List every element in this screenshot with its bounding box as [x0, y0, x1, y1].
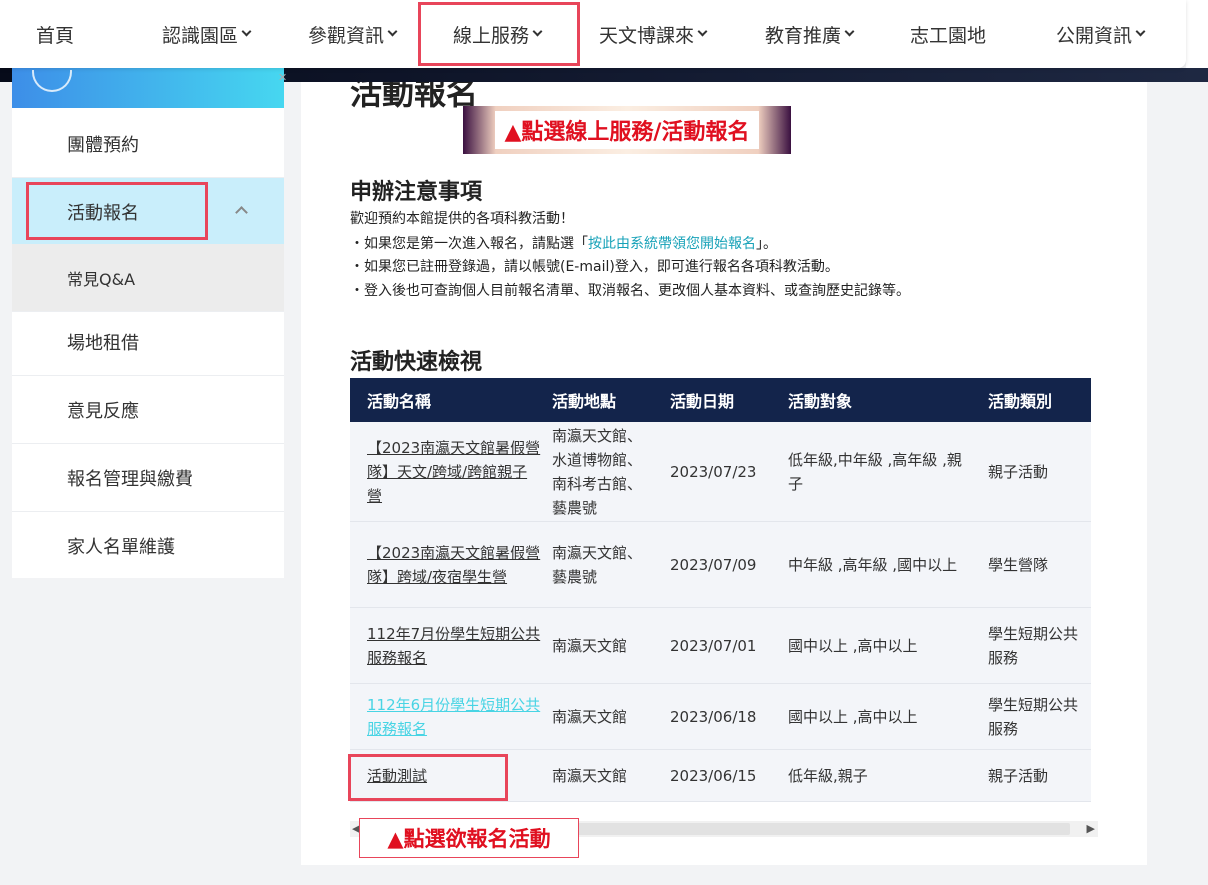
nav-online-service[interactable]: 線上服務 [453, 0, 543, 68]
header-category: 活動類別 [988, 392, 1053, 411]
nav-label: 線上服務 [453, 24, 530, 47]
nav-label: 認識園區 [162, 24, 239, 47]
chevron-down-icon [532, 26, 543, 36]
header-date: 活動日期 [670, 392, 735, 411]
table-row: 【2023南瀛天文館暑假營隊】跨域/夜宿學生營 南瀛天文館、藝農號 2023/0… [350, 522, 1091, 608]
sidebar-item-label: 場地租借 [67, 332, 139, 354]
event-category: 親子活動 [988, 462, 1049, 481]
sidebar-banner [12, 68, 284, 108]
nav-about[interactable]: 認識園區 [162, 0, 252, 68]
event-category: 親子活動 [988, 766, 1049, 785]
quick-view-title: 活動快速檢視 [350, 349, 483, 375]
sidebar-item-label: 意見反應 [67, 400, 139, 422]
event-target: 低年級,中年級 ,高年級 ,親子 [788, 450, 962, 493]
table-row: 112年7月份學生短期公共服務報名 南瀛天文館 2023/07/01 國中以上 … [350, 608, 1091, 684]
event-target: 中年級 ,高年級 ,國中以上 [788, 555, 958, 574]
nav-label: 教育推廣 [765, 24, 842, 47]
event-name-cell: 112年6月份學生短期公共服務報名 [367, 684, 542, 749]
nav-volunteer[interactable]: 志工園地 [910, 0, 986, 68]
nav-public-info[interactable]: 公開資訊 [1056, 0, 1146, 68]
event-link[interactable]: 112年7月份學生短期公共服務報名 [367, 622, 542, 670]
callout-bottom: ▲點選欲報名活動 [359, 818, 579, 858]
event-name-cell: 【2023南瀛天文館暑假營隊】跨域/夜宿學生營 [367, 522, 542, 607]
chat-bubble-icon [32, 70, 72, 92]
event-category: 學生短期公共服務 [988, 624, 1079, 667]
event-place: 南瀛天文館 [552, 636, 628, 655]
nav-visit-info[interactable]: 參觀資訊 [308, 0, 398, 68]
event-place: 南瀛天文館、藝農號 [552, 543, 643, 586]
event-place: 南瀛天文館、水道博物館、南科考古館、藝農號 [552, 426, 643, 517]
scroll-right-icon[interactable]: ▶ [1087, 821, 1095, 837]
callout-top-text: ▲點選線上服務/活動報名 [494, 111, 760, 149]
event-place: 南瀛天文館 [552, 766, 628, 785]
nav-label: 志工園地 [910, 24, 987, 47]
notice-line-2: ・如果您是第一次進入報名，請點選「按此由系統帶領您開始報名」。 [350, 233, 777, 253]
event-target: 國中以上 ,高中以上 [788, 707, 918, 726]
table-row: 【2023南瀛天文館暑假營隊】天文/跨域/跨館親子營 南瀛天文館、水道博物館、南… [350, 422, 1091, 522]
sidebar-item-label: 報名管理與繳費 [67, 468, 193, 490]
nav-education[interactable]: 教育推廣 [765, 0, 855, 68]
event-target: 國中以上 ,高中以上 [788, 636, 918, 655]
header-name: 活動名稱 [367, 392, 432, 411]
event-date: 2023/07/01 [670, 636, 757, 655]
nav-label: 公開資訊 [1056, 24, 1133, 47]
nav-label: 首頁 [36, 24, 75, 47]
notice-line-1: 歡迎預約本館提供的各項科教活動！ [350, 211, 574, 227]
event-category: 學生短期公共服務 [988, 695, 1079, 738]
event-category: 學生營隊 [988, 555, 1049, 574]
chevron-down-icon [387, 26, 398, 36]
sidebar-item-label: 常見Q&A [67, 269, 136, 289]
sidebar-item-venue-rental[interactable]: 場地租借 [12, 308, 284, 376]
start-registration-link[interactable]: 按此由系統帶領您開始報名 [588, 236, 756, 252]
sidebar-item-label: 活動報名 [67, 202, 139, 224]
header-place: 活動地點 [552, 392, 617, 411]
notice-title: 申辦注意事項 [350, 179, 483, 205]
event-link[interactable]: 【2023南瀛天文館暑假營隊】跨域/夜宿學生營 [367, 541, 542, 589]
main-content: 活動報名 ▲點選線上服務/活動報名 申辦注意事項 歡迎預約本館提供的各項科教活動… [301, 74, 1147, 865]
nav-astronomy-course[interactable]: 天文博課來 [599, 0, 708, 68]
callout-top: ▲點選線上服務/活動報名 [463, 106, 791, 154]
event-link[interactable]: 活動測試 [367, 764, 427, 788]
chevron-up-icon [235, 206, 248, 219]
notice-text: 」。 [756, 236, 777, 252]
event-date: 2023/06/15 [670, 766, 757, 785]
sidebar-item-event-registration[interactable]: 活動報名 [12, 178, 284, 246]
event-name-cell: 活動測試 [367, 750, 542, 801]
table-header: 活動名稱 活動地點 活動日期 活動對象 活動類別 [350, 378, 1091, 422]
sidebar-item-registration-management[interactable]: 報名管理與繳費 [12, 444, 284, 512]
event-date: 2023/07/23 [670, 462, 757, 481]
sidebar-item-group-booking[interactable]: 團體預約 [12, 110, 284, 178]
sidebar-item-faq[interactable]: 常見Q&A [12, 244, 284, 312]
event-date: 2023/06/18 [670, 707, 757, 726]
sidebar-item-family-list[interactable]: 家人名單維護 [12, 512, 284, 580]
table-row: 112年6月份學生短期公共服務報名 南瀛天文館 2023/06/18 國中以上 … [350, 684, 1091, 750]
notice-text: ・如果您是第一次進入報名，請點選「 [350, 236, 588, 252]
nav-home[interactable]: 首頁 [36, 0, 74, 68]
event-link[interactable]: 112年6月份學生短期公共服務報名 [367, 693, 542, 741]
sidebar-item-label: 家人名單維護 [67, 537, 175, 558]
header-target: 活動對象 [788, 392, 853, 411]
table-row: 活動測試 南瀛天文館 2023/06/15 低年級,親子 親子活動 [350, 750, 1091, 802]
event-place: 南瀛天文館 [552, 707, 628, 726]
chevron-down-icon [844, 26, 855, 36]
sidebar: ✕ 團體預約 活動報名 常見Q&A 場地租借 意見反應 報名管理與繳費 家人名單… [12, 68, 287, 580]
top-navigation: 首頁 認識園區 參觀資訊 線上服務 天文博課來 教育推廣 志工園地 公開資訊 [0, 0, 1186, 68]
chevron-down-icon [241, 26, 252, 36]
event-table: 活動名稱 活動地點 活動日期 活動對象 活動類別 【2023南瀛天文館暑假營隊】… [350, 378, 1091, 802]
event-name-cell: 112年7月份學生短期公共服務報名 [367, 608, 542, 683]
event-date: 2023/07/09 [670, 555, 757, 574]
close-icon[interactable]: ✕ [278, 71, 287, 84]
sidebar-item-label: 團體預約 [67, 134, 139, 156]
notice-line-4: ・登入後也可查詢個人目前報名清單、取消報名、更改個人基本資料、或查詢歷史記錄等。 [350, 283, 910, 299]
nav-label: 參觀資訊 [308, 24, 385, 47]
event-link[interactable]: 【2023南瀛天文館暑假營隊】天文/跨域/跨館親子營 [367, 436, 542, 508]
chevron-down-icon [1135, 26, 1146, 36]
nav-label: 天文博課來 [599, 24, 695, 47]
sidebar-item-feedback[interactable]: 意見反應 [12, 376, 284, 444]
event-target: 低年級,親子 [788, 766, 868, 785]
notice-line-3: ・如果您已註冊登錄過，請以帳號(E-mail)登入，即可進行報名各項科教活動。 [350, 259, 839, 275]
event-name-cell: 【2023南瀛天文館暑假營隊】天文/跨域/跨館親子營 [367, 422, 542, 521]
chevron-down-icon [697, 26, 708, 36]
